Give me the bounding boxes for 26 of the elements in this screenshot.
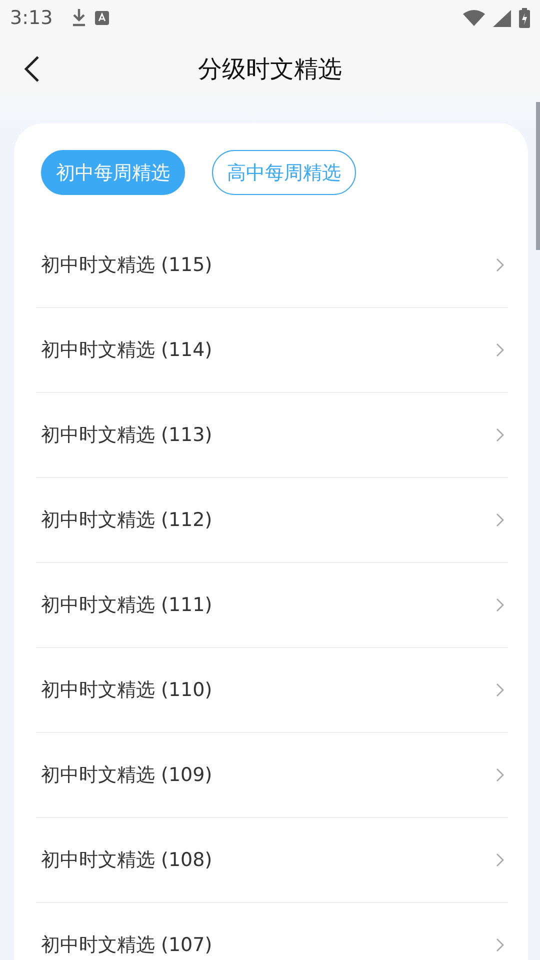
signal-icon [493, 10, 511, 26]
list-item-title[interactable]: 初中时文精选 (114) [41, 337, 212, 363]
list-item-title[interactable]: 初中时文精选 (109) [41, 762, 212, 788]
page-title: 分级时文精选 [198, 54, 342, 85]
back-icon[interactable] [24, 55, 40, 83]
chevron-icon [496, 598, 504, 612]
chevron-icon [496, 938, 504, 952]
chevron-icon [496, 343, 504, 357]
list-item-title[interactable]: 初中时文精选 (111) [41, 592, 212, 618]
download-icon [70, 8, 87, 28]
chevron-icon [496, 683, 504, 697]
status-time: 3:13 [10, 7, 53, 29]
list-item-title[interactable]: 初中时文精选 (108) [41, 847, 212, 873]
chevron-icon [496, 428, 504, 442]
chevron-icon [496, 513, 504, 527]
list-item-title[interactable]: 初中时文精选 (110) [41, 677, 212, 703]
list-item-title[interactable]: 初中时文精选 (113) [41, 422, 212, 448]
list-item-title[interactable]: 初中时文精选 (107) [41, 932, 212, 958]
app-icon [94, 11, 109, 25]
chevron-icon [496, 853, 504, 867]
list-item-title[interactable]: 初中时文精选 (112) [41, 507, 212, 533]
battery-icon [519, 8, 530, 28]
chevron-icon [496, 258, 504, 272]
list-item-title[interactable]: 初中时文精选 (115) [41, 252, 212, 278]
chevron-icon [496, 768, 504, 782]
wifi-icon [463, 10, 485, 26]
